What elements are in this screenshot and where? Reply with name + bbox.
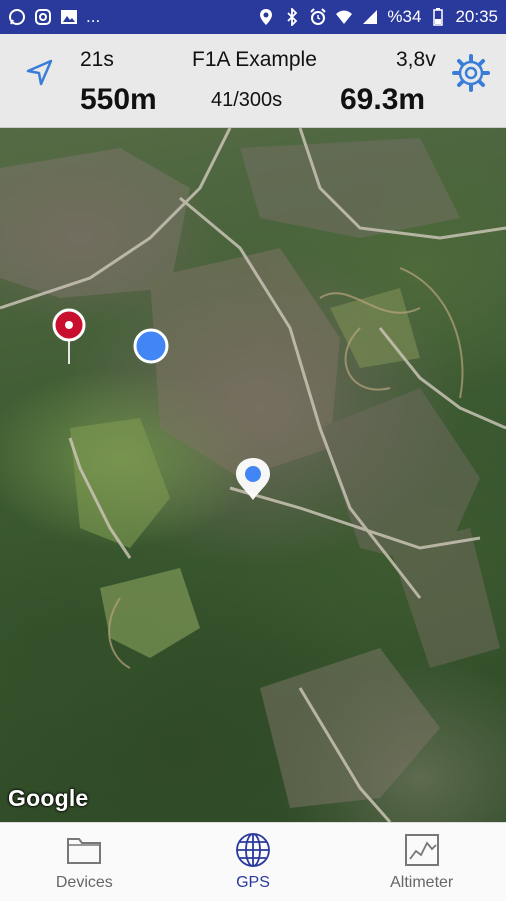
nav-gps[interactable]: GPS	[169, 823, 338, 901]
flight-counter: 41/300s	[211, 89, 283, 111]
battery-voltage: 3,8v	[396, 48, 436, 71]
map-attribution-logo: Google	[8, 785, 89, 811]
more-notifications: ...	[86, 7, 101, 26]
status-bar-left: ...	[8, 7, 100, 27]
elapsed-time: 21s	[80, 48, 114, 71]
bottom-navigation: Devices GPS Altimeter	[0, 822, 506, 901]
page-title: F1A Example	[192, 48, 317, 71]
altitude-value: 69.3m	[340, 83, 426, 116]
nav-altimeter-label: Altimeter	[390, 874, 454, 891]
status-bar-right: %34 20:35	[257, 7, 498, 27]
nav-devices-label: Devices	[55, 874, 113, 891]
battery-icon	[429, 8, 447, 26]
wifi-icon	[335, 8, 353, 26]
alarm-icon	[309, 8, 327, 26]
distance-value: 550m	[80, 83, 157, 116]
signal-icon	[361, 8, 379, 26]
status-bar: ... %34 20:35	[0, 0, 506, 34]
nav-devices[interactable]: Devices	[0, 823, 169, 901]
bluetooth-icon	[283, 8, 301, 26]
chart-icon	[402, 832, 442, 868]
nav-gps-label: GPS	[236, 874, 270, 891]
nav-altimeter[interactable]: Altimeter	[337, 823, 506, 901]
satellite-map[interactable]: Google	[0, 128, 506, 822]
gallery-icon	[60, 8, 78, 26]
whatsapp-icon	[8, 8, 26, 26]
instagram-icon	[34, 8, 52, 26]
navigation-arrow-icon[interactable]	[24, 56, 56, 93]
clock: 20:35	[455, 7, 498, 26]
folder-icon	[64, 832, 104, 868]
globe-icon	[233, 832, 273, 868]
location-icon	[257, 8, 275, 26]
battery-percent: %34	[387, 7, 422, 26]
flight-info-header: 21s F1A Example 3,8v 550m 41/300s 69.3m	[0, 34, 506, 128]
settings-gear-icon[interactable]	[452, 54, 490, 97]
